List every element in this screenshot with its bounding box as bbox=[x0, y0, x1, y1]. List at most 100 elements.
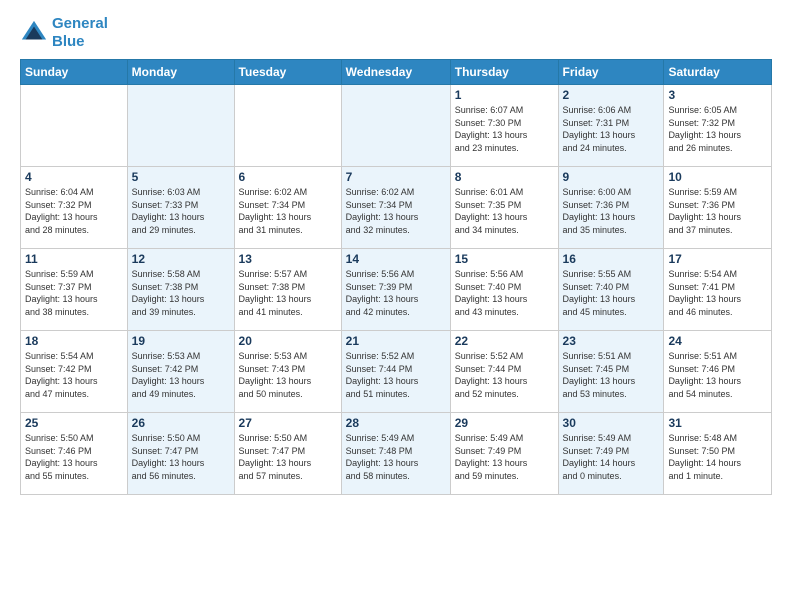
calendar-cell: 24 Sunrise: 5:51 AM Sunset: 7:46 PM Dayli… bbox=[664, 331, 772, 413]
calendar-cell bbox=[127, 85, 234, 167]
calendar-cell: 18 Sunrise: 5:54 AM Sunset: 7:42 PM Dayli… bbox=[21, 331, 128, 413]
day-number: 24 bbox=[668, 334, 767, 348]
day-number: 14 bbox=[346, 252, 446, 266]
week-row-2: 4 Sunrise: 6:04 AM Sunset: 7:32 PM Daylig… bbox=[21, 167, 772, 249]
day-number: 31 bbox=[668, 416, 767, 430]
week-row-4: 18 Sunrise: 5:54 AM Sunset: 7:42 PM Dayli… bbox=[21, 331, 772, 413]
day-info: Sunrise: 6:06 AM Sunset: 7:31 PM Dayligh… bbox=[563, 104, 660, 154]
day-info: Sunrise: 5:49 AM Sunset: 7:48 PM Dayligh… bbox=[346, 432, 446, 482]
day-info: Sunrise: 5:49 AM Sunset: 7:49 PM Dayligh… bbox=[455, 432, 554, 482]
day-info: Sunrise: 5:57 AM Sunset: 7:38 PM Dayligh… bbox=[239, 268, 337, 318]
day-number: 15 bbox=[455, 252, 554, 266]
day-info: Sunrise: 6:00 AM Sunset: 7:36 PM Dayligh… bbox=[563, 186, 660, 236]
calendar-cell: 28 Sunrise: 5:49 AM Sunset: 7:48 PM Dayli… bbox=[341, 413, 450, 495]
calendar-cell: 16 Sunrise: 5:55 AM Sunset: 7:40 PM Dayli… bbox=[558, 249, 664, 331]
day-info: Sunrise: 5:50 AM Sunset: 7:46 PM Dayligh… bbox=[25, 432, 123, 482]
calendar-cell: 5 Sunrise: 6:03 AM Sunset: 7:33 PM Daylig… bbox=[127, 167, 234, 249]
day-number: 19 bbox=[132, 334, 230, 348]
weekday-header-wednesday: Wednesday bbox=[341, 60, 450, 85]
day-number: 5 bbox=[132, 170, 230, 184]
calendar-cell: 31 Sunrise: 5:48 AM Sunset: 7:50 PM Dayli… bbox=[664, 413, 772, 495]
day-info: Sunrise: 6:05 AM Sunset: 7:32 PM Dayligh… bbox=[668, 104, 767, 154]
calendar-cell bbox=[341, 85, 450, 167]
calendar-cell: 7 Sunrise: 6:02 AM Sunset: 7:34 PM Daylig… bbox=[341, 167, 450, 249]
calendar-cell: 23 Sunrise: 5:51 AM Sunset: 7:45 PM Dayli… bbox=[558, 331, 664, 413]
day-info: Sunrise: 5:50 AM Sunset: 7:47 PM Dayligh… bbox=[132, 432, 230, 482]
calendar-cell: 30Sunrise: 5:49 AM Sunset: 7:49 PM Dayli… bbox=[558, 413, 664, 495]
week-row-5: 25 Sunrise: 5:50 AM Sunset: 7:46 PM Dayli… bbox=[21, 413, 772, 495]
logo-text: General Blue bbox=[52, 15, 108, 51]
day-info: Sunrise: 5:50 AM Sunset: 7:47 PM Dayligh… bbox=[239, 432, 337, 482]
calendar-cell: 1 Sunrise: 6:07 AM Sunset: 7:30 PM Daylig… bbox=[450, 85, 558, 167]
day-number: 7 bbox=[346, 170, 446, 184]
day-info: Sunrise: 6:04 AM Sunset: 7:32 PM Dayligh… bbox=[25, 186, 123, 236]
calendar-cell: 14 Sunrise: 5:56 AM Sunset: 7:39 PM Dayli… bbox=[341, 249, 450, 331]
calendar-table: SundayMondayTuesdayWednesdayThursdayFrid… bbox=[20, 59, 772, 495]
calendar-cell: 9 Sunrise: 6:00 AM Sunset: 7:36 PM Daylig… bbox=[558, 167, 664, 249]
day-number: 4 bbox=[25, 170, 123, 184]
day-info: Sunrise: 5:55 AM Sunset: 7:40 PM Dayligh… bbox=[563, 268, 660, 318]
day-number: 9 bbox=[563, 170, 660, 184]
day-info: Sunrise: 5:56 AM Sunset: 7:40 PM Dayligh… bbox=[455, 268, 554, 318]
weekday-header-row: SundayMondayTuesdayWednesdayThursdayFrid… bbox=[21, 60, 772, 85]
weekday-header-tuesday: Tuesday bbox=[234, 60, 341, 85]
day-number: 13 bbox=[239, 252, 337, 266]
header: General Blue bbox=[20, 15, 772, 51]
day-info: Sunrise: 5:54 AM Sunset: 7:41 PM Dayligh… bbox=[668, 268, 767, 318]
day-number: 2 bbox=[563, 88, 660, 102]
calendar-cell: 10 Sunrise: 5:59 AM Sunset: 7:36 PM Dayli… bbox=[664, 167, 772, 249]
day-info: Sunrise: 5:59 AM Sunset: 7:37 PM Dayligh… bbox=[25, 268, 123, 318]
calendar-cell: 12 Sunrise: 5:58 AM Sunset: 7:38 PM Dayli… bbox=[127, 249, 234, 331]
day-info: Sunrise: 5:59 AM Sunset: 7:36 PM Dayligh… bbox=[668, 186, 767, 236]
calendar-cell: 27 Sunrise: 5:50 AM Sunset: 7:47 PM Dayli… bbox=[234, 413, 341, 495]
calendar-cell: 15 Sunrise: 5:56 AM Sunset: 7:40 PM Dayli… bbox=[450, 249, 558, 331]
day-number: 6 bbox=[239, 170, 337, 184]
day-number: 20 bbox=[239, 334, 337, 348]
day-number: 25 bbox=[25, 416, 123, 430]
calendar-cell: 17 Sunrise: 5:54 AM Sunset: 7:41 PM Dayli… bbox=[664, 249, 772, 331]
weekday-header-sunday: Sunday bbox=[21, 60, 128, 85]
weekday-header-friday: Friday bbox=[558, 60, 664, 85]
weekday-header-saturday: Saturday bbox=[664, 60, 772, 85]
day-info: Sunrise: 6:03 AM Sunset: 7:33 PM Dayligh… bbox=[132, 186, 230, 236]
logo: General Blue bbox=[20, 15, 108, 51]
calendar-cell: 25 Sunrise: 5:50 AM Sunset: 7:46 PM Dayli… bbox=[21, 413, 128, 495]
day-number: 21 bbox=[346, 334, 446, 348]
day-number: 12 bbox=[132, 252, 230, 266]
day-number: 3 bbox=[668, 88, 767, 102]
day-info: Sunrise: 5:53 AM Sunset: 7:43 PM Dayligh… bbox=[239, 350, 337, 400]
week-row-3: 11Sunrise: 5:59 AM Sunset: 7:37 PM Dayli… bbox=[21, 249, 772, 331]
day-info: Sunrise: 5:54 AM Sunset: 7:42 PM Dayligh… bbox=[25, 350, 123, 400]
day-number: 27 bbox=[239, 416, 337, 430]
calendar-cell: 29Sunrise: 5:49 AM Sunset: 7:49 PM Dayli… bbox=[450, 413, 558, 495]
day-info: Sunrise: 5:51 AM Sunset: 7:45 PM Dayligh… bbox=[563, 350, 660, 400]
calendar-cell: 26Sunrise: 5:50 AM Sunset: 7:47 PM Dayli… bbox=[127, 413, 234, 495]
weekday-header-thursday: Thursday bbox=[450, 60, 558, 85]
day-number: 23 bbox=[563, 334, 660, 348]
day-number: 22 bbox=[455, 334, 554, 348]
day-info: Sunrise: 5:58 AM Sunset: 7:38 PM Dayligh… bbox=[132, 268, 230, 318]
day-info: Sunrise: 6:02 AM Sunset: 7:34 PM Dayligh… bbox=[346, 186, 446, 236]
calendar-cell: 21 Sunrise: 5:52 AM Sunset: 7:44 PM Dayli… bbox=[341, 331, 450, 413]
day-number: 18 bbox=[25, 334, 123, 348]
calendar-cell: 8Sunrise: 6:01 AM Sunset: 7:35 PM Daylig… bbox=[450, 167, 558, 249]
week-row-1: 1 Sunrise: 6:07 AM Sunset: 7:30 PM Daylig… bbox=[21, 85, 772, 167]
day-number: 1 bbox=[455, 88, 554, 102]
day-info: Sunrise: 5:48 AM Sunset: 7:50 PM Dayligh… bbox=[668, 432, 767, 482]
day-info: Sunrise: 5:52 AM Sunset: 7:44 PM Dayligh… bbox=[346, 350, 446, 400]
calendar-cell: 4 Sunrise: 6:04 AM Sunset: 7:32 PM Daylig… bbox=[21, 167, 128, 249]
day-info: Sunrise: 5:49 AM Sunset: 7:49 PM Dayligh… bbox=[563, 432, 660, 482]
day-number: 28 bbox=[346, 416, 446, 430]
day-info: Sunrise: 5:56 AM Sunset: 7:39 PM Dayligh… bbox=[346, 268, 446, 318]
day-info: Sunrise: 6:07 AM Sunset: 7:30 PM Dayligh… bbox=[455, 104, 554, 154]
calendar-cell: 6Sunrise: 6:02 AM Sunset: 7:34 PM Daylig… bbox=[234, 167, 341, 249]
logo-icon bbox=[20, 19, 48, 47]
day-number: 17 bbox=[668, 252, 767, 266]
calendar-cell: 19 Sunrise: 5:53 AM Sunset: 7:42 PM Dayli… bbox=[127, 331, 234, 413]
day-info: Sunrise: 5:51 AM Sunset: 7:46 PM Dayligh… bbox=[668, 350, 767, 400]
calendar-cell bbox=[234, 85, 341, 167]
day-number: 16 bbox=[563, 252, 660, 266]
calendar-cell bbox=[21, 85, 128, 167]
day-info: Sunrise: 5:53 AM Sunset: 7:42 PM Dayligh… bbox=[132, 350, 230, 400]
day-number: 10 bbox=[668, 170, 767, 184]
